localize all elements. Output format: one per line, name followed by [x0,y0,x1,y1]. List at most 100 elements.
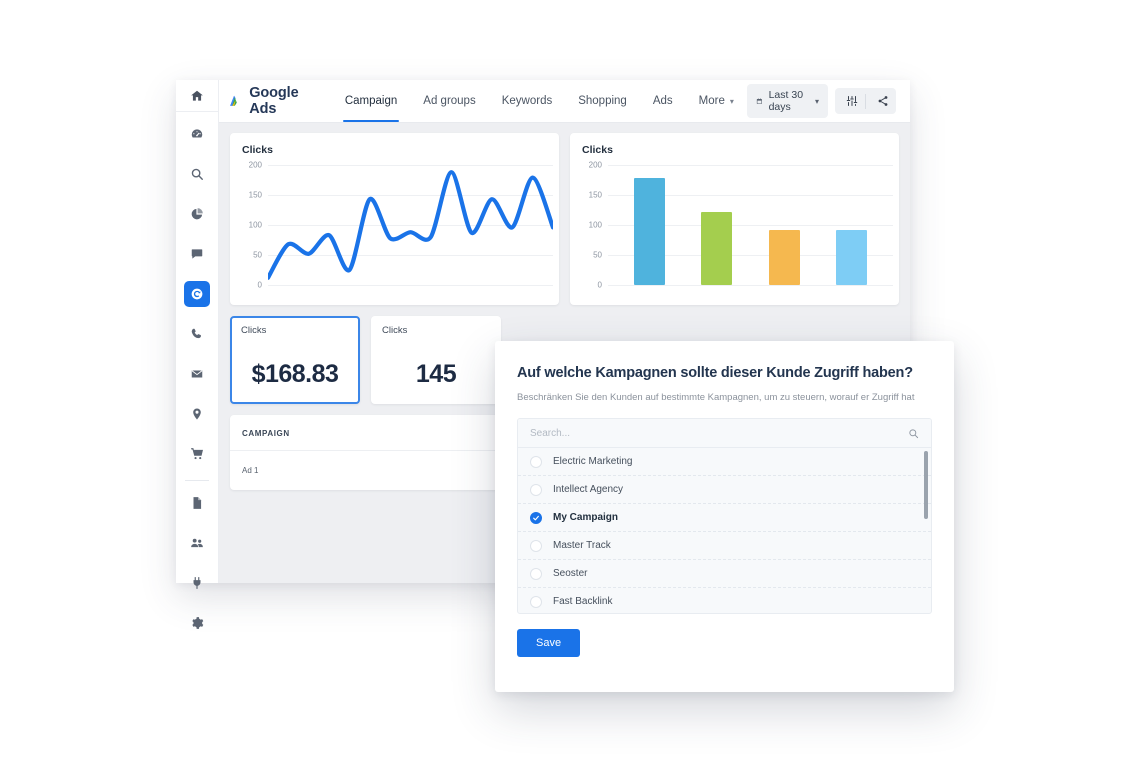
calendar-icon [756,97,762,104]
tab-more[interactable]: More ▾ [686,80,747,122]
bar-chart-title: Clicks [582,144,613,156]
sidebar-item-home[interactable] [176,80,218,112]
line-chart-y-axis: 200 150 100 50 0 [242,161,266,290]
sidebar-items [176,112,218,643]
line-chart-title: Clicks [242,144,273,156]
search-icon [191,168,203,180]
screenshot-root: Google Ads Campaign Ad groups Keywords S… [0,0,1140,781]
stat-card-value: $168.83 [251,360,339,388]
line-chart-card: Clicks 200 150 100 50 0 [230,133,559,305]
sidebar-item-campaigns[interactable] [184,281,210,307]
radio-unchecked-icon[interactable] [530,595,542,608]
stat-card-label: Clicks [241,325,267,336]
date-range-selector[interactable]: Last 30 days ▾ [746,84,828,118]
bar-chart-card: Clicks 200 150 100 50 0 [570,133,899,305]
campaign-option-5[interactable]: Fast Backlink [518,588,931,613]
stat-card-label: Clicks [382,325,408,336]
campaign-option-label: Fast Backlink [553,596,613,607]
sidebar-item-locations[interactable] [184,401,210,427]
y-tick: 0 [257,280,262,290]
campaign-options-list: Electric Marketing Intellect Agency My Cam… [518,448,931,613]
radio-checked-icon[interactable] [530,511,542,524]
campaign-option-label: Electric Marketing [553,456,633,467]
brand-label: Google Ads [249,85,299,117]
modal-title: Auf welche Kampagnen sollte dieser Kunde… [517,365,913,381]
sidebar-item-integrations[interactable] [184,570,210,596]
date-range-label: Last 30 days [768,89,804,113]
stat-card-value: 145 [415,360,457,388]
bar-2[interactable] [701,212,733,285]
tab-campaign[interactable]: Campaign [332,80,410,122]
bar-1[interactable] [634,178,666,285]
campaign-option-4[interactable]: Seoster [518,560,931,588]
nav-tabs: Campaign Ad groups Keywords Shopping Ads… [332,80,747,122]
campaign-option-3[interactable]: Master Track [518,532,931,560]
radio-unchecked-icon[interactable] [530,455,542,468]
sidebar-item-dashboard[interactable] [184,121,210,147]
stat-card-cost[interactable]: Clicks $168.83 [230,316,360,404]
sidebar-divider [185,480,209,481]
sidebar-item-mail[interactable] [184,361,210,387]
tab-shopping[interactable]: Shopping [565,80,640,122]
search-row [518,419,931,448]
tab-keywords[interactable]: Keywords [489,80,566,122]
y-tick: 100 [248,220,262,230]
topbar-actions: Last 30 days ▾ [746,84,896,118]
gear-icon [192,617,204,629]
list-scrollbar[interactable] [924,451,928,611]
search-input[interactable] [530,427,908,439]
sidebar-item-calls[interactable] [184,321,210,347]
sidebar-item-users[interactable] [184,530,210,556]
sidebar-item-messages[interactable] [184,241,210,267]
line-chart-plot [268,165,553,286]
users-icon [191,538,203,548]
app-topbar: Google Ads Campaign Ad groups Keywords S… [219,80,910,123]
tab-ad-groups[interactable]: Ad groups [410,80,488,122]
y-tick: 200 [588,160,602,170]
y-tick: 150 [588,190,602,200]
chevron-down-icon: ▾ [814,96,819,106]
tab-ads[interactable]: Ads [640,80,686,122]
radio-unchecked-icon[interactable] [530,539,542,552]
campaign-option-1[interactable]: Intellect Agency [518,476,931,504]
bar-chart-series [608,165,893,285]
tab-campaign-label: Campaign [344,95,398,107]
stat-card-clicks[interactable]: Clicks 145 [371,316,501,404]
sidebar-item-reports[interactable] [184,490,210,516]
tab-keywords-label: Keywords [501,95,553,107]
campaign-option-0[interactable]: Electric Marketing [518,448,931,476]
column-header-campaign[interactable]: CAMPAIGN [230,415,498,451]
sidebar-item-analytics[interactable] [184,201,210,227]
tab-more-label: More [698,95,725,107]
home-icon [191,90,203,101]
radio-unchecked-icon[interactable] [530,567,542,580]
share-button[interactable] [870,88,896,114]
y-tick: 50 [593,250,602,260]
dashboard-icon [191,129,203,138]
search-icon[interactable] [908,428,919,439]
y-tick: 50 [253,250,262,260]
sidebar-item-search[interactable] [184,161,210,187]
filter-settings-button[interactable] [839,88,865,114]
save-button[interactable]: Save [517,629,581,657]
campaign-icon [191,288,203,300]
y-tick: 150 [248,190,262,200]
campaign-picker: Electric Marketing Intellect Agency My Cam… [517,418,932,614]
bar-chart-area: 200 150 100 50 0 [582,161,893,299]
sidebar-item-settings[interactable] [184,610,210,636]
bar-3[interactable] [768,229,800,285]
sliders-icon [846,96,858,106]
y-tick: 0 [597,280,602,290]
bar-4[interactable] [835,229,867,285]
radio-unchecked-icon[interactable] [530,483,542,496]
campaign-option-2[interactable]: My Campaign [518,504,931,532]
tab-shopping-label: Shopping [578,95,627,107]
campaign-option-label: Seoster [553,568,588,579]
bar-chart-plot [608,165,893,286]
y-tick: 200 [248,160,262,170]
sidebar-item-shopping[interactable] [184,441,210,467]
scrollbar-thumb[interactable] [924,451,928,519]
bar-chart-y-axis: 200 150 100 50 0 [582,161,606,290]
chevron-down-icon: ▾ [729,96,734,106]
pie-chart-icon [191,208,203,220]
